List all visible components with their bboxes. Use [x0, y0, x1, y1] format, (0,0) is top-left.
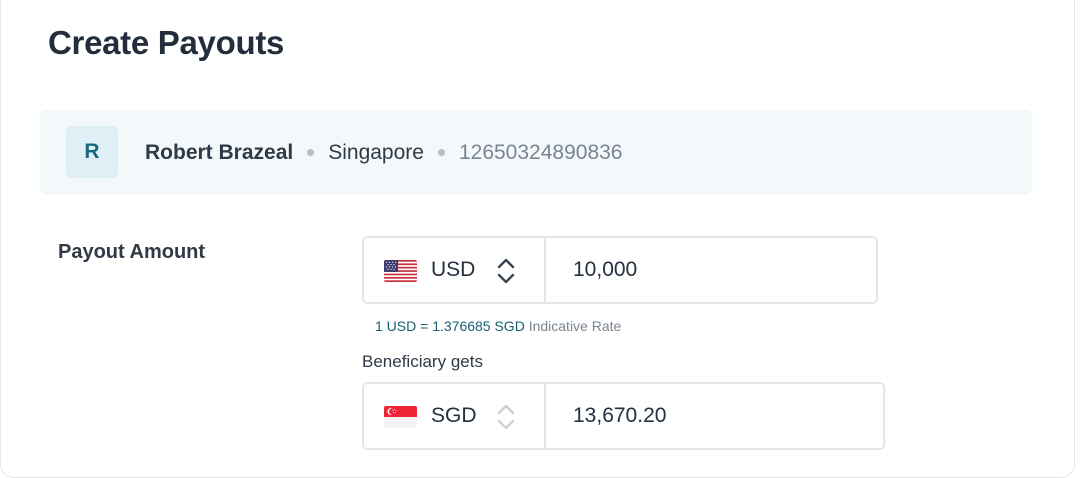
receive-amount-input[interactable]: 13,670.20 — [573, 384, 666, 448]
beneficiary-country: Singapore — [328, 140, 424, 164]
page-title: Create Payouts — [48, 24, 285, 61]
receive-currency-code: SGD — [431, 404, 477, 427]
beneficiary-summary: R Robert Brazeal Singapore 1265032489083… — [40, 110, 1032, 195]
exchange-rate-note: Indicative Rate — [528, 318, 622, 334]
send-amount-field: USD 10,000 — [362, 236, 878, 304]
send-amount-input[interactable]: 10,000 — [573, 238, 637, 302]
chevron-up-down-icon — [495, 403, 517, 431]
beneficiary-gets-label: Beneficiary gets — [362, 352, 483, 371]
exchange-rate-value: 1 USD = 1.376685 SGD — [375, 318, 525, 334]
receive-currency-select: SGD — [364, 384, 546, 448]
sg-flag-icon — [384, 406, 417, 428]
chevron-up-down-icon[interactable] — [495, 257, 517, 285]
us-flag-icon — [384, 260, 417, 282]
exchange-rate: 1 USD = 1.376685 SGD Indicative Rate — [375, 318, 621, 334]
beneficiary-account-number: 12650324890836 — [458, 140, 623, 164]
separator-dot — [307, 149, 315, 156]
separator-dot — [437, 149, 445, 156]
avatar: R — [66, 126, 118, 178]
beneficiary-name: Robert Brazeal — [145, 140, 294, 164]
send-currency-code: USD — [431, 258, 476, 281]
send-currency-select[interactable]: USD — [364, 238, 546, 302]
beneficiary-info: Robert Brazeal Singapore 12650324890836 — [145, 110, 622, 195]
receive-amount-field: SGD 13,670.20 — [362, 382, 885, 450]
payout-amount-label: Payout Amount — [58, 241, 206, 263]
